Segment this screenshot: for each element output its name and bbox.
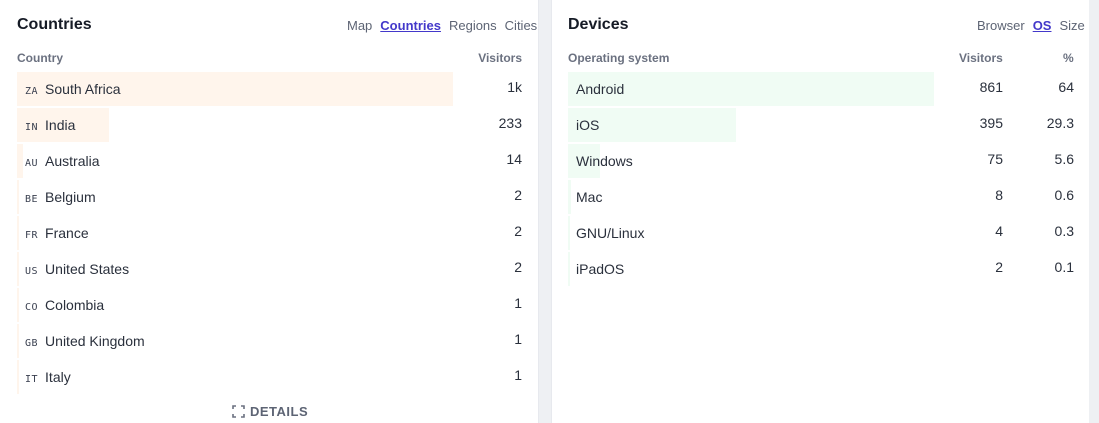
visitor-share-bar <box>17 144 23 178</box>
os-name: Windows <box>576 153 633 169</box>
os-percent: 0.6 <box>1054 187 1074 203</box>
country-name: United States <box>45 261 130 277</box>
dashboard: Countries Map Countries Regions Cities Coun… <box>0 0 1099 423</box>
os-name: Android <box>576 81 625 97</box>
countries-tabs: Map Countries Regions Cities <box>347 18 537 33</box>
visitor-share-bar <box>17 288 19 322</box>
devices-tab-size[interactable]: Size <box>1059 18 1084 33</box>
country-label: IN India <box>25 117 75 133</box>
details-label: DETAILS <box>250 404 309 419</box>
country-code: BE <box>25 194 39 205</box>
country-name: South Africa <box>45 81 121 97</box>
countries-tab-map[interactable]: Map <box>347 18 372 33</box>
country-code: IT <box>25 374 39 385</box>
country-label: CO Colombia <box>25 297 104 313</box>
os-visitors-column-header: Visitors <box>959 51 1003 65</box>
country-row[interactable]: IT Italy <box>17 360 523 394</box>
os-name: Mac <box>576 189 603 205</box>
devices-tab-browser[interactable]: Browser <box>977 18 1025 33</box>
country-visitors: 14 <box>506 151 522 167</box>
devices-title: Devices <box>568 16 629 33</box>
country-visitors: 1k <box>507 79 522 95</box>
countries-title: Countries <box>17 16 92 33</box>
country-visitors: 2 <box>514 259 522 275</box>
country-visitors: 2 <box>514 187 522 203</box>
visitor-share-bar <box>17 324 19 358</box>
country-name: France <box>45 225 89 241</box>
country-row[interactable]: IN India <box>17 108 523 142</box>
country-row[interactable]: GB United Kingdom <box>17 324 523 358</box>
country-name: India <box>45 117 76 133</box>
country-label: FR France <box>25 225 89 241</box>
os-percent: 29.3 <box>1046 115 1074 131</box>
country-code: ZA <box>25 86 39 97</box>
expand-icon <box>232 405 245 418</box>
country-row[interactable]: US United States <box>17 252 523 286</box>
visitor-share-bar <box>17 252 19 286</box>
os-percent: 64 <box>1058 79 1074 95</box>
country-column-header: Country <box>17 51 63 65</box>
country-visitors-column-header: Visitors <box>478 51 522 65</box>
countries-card: Countries Map Countries Regions Cities Coun… <box>0 0 539 423</box>
countries-tab-cities[interactable]: Cities <box>505 18 538 33</box>
countries-tab-countries[interactable]: Countries <box>380 18 441 33</box>
country-code: FR <box>25 230 39 241</box>
country-name: Belgium <box>45 189 96 205</box>
os-percent: 0.3 <box>1054 223 1074 239</box>
os-visitors: 2 <box>995 259 1003 275</box>
os-visitors: 395 <box>979 115 1003 131</box>
country-label: ZA South Africa <box>25 81 121 97</box>
country-label: IT Italy <box>25 369 71 385</box>
country-label: US United States <box>25 261 129 277</box>
os-visitors: 75 <box>987 151 1003 167</box>
country-label: BE Belgium <box>25 189 96 205</box>
visitor-share-bar <box>17 180 19 214</box>
devices-card: Devices Browser OS Size Operating system V… <box>551 0 1089 423</box>
country-name: United Kingdom <box>45 333 145 349</box>
os-visitors: 4 <box>995 223 1003 239</box>
os-name: GNU/Linux <box>576 225 645 241</box>
visitor-share-bar <box>568 216 570 250</box>
devices-tab-os[interactable]: OS <box>1033 18 1052 33</box>
country-visitors: 2 <box>514 223 522 239</box>
country-row[interactable]: BE Belgium <box>17 180 523 214</box>
devices-tabs: Browser OS Size <box>977 18 1085 33</box>
country-code: US <box>25 266 39 277</box>
country-name: Australia <box>45 153 100 169</box>
country-visitors: 233 <box>498 115 522 131</box>
country-row[interactable]: FR France <box>17 216 523 250</box>
country-visitors: 1 <box>514 295 522 311</box>
os-column-header: Operating system <box>568 51 670 65</box>
country-label: AU Australia <box>25 153 100 169</box>
country-row[interactable]: ZA South Africa <box>17 72 523 106</box>
country-visitors: 1 <box>514 367 522 383</box>
os-name: iOS <box>576 117 600 133</box>
os-name: iPadOS <box>576 261 625 277</box>
visitor-share-bar <box>568 252 570 286</box>
os-visitors: 8 <box>995 187 1003 203</box>
visitor-share-bar <box>17 360 19 394</box>
country-code: CO <box>25 302 39 313</box>
country-row[interactable]: AU Australia <box>17 144 523 178</box>
country-name: Italy <box>45 369 71 385</box>
country-code: IN <box>25 122 39 133</box>
os-percent: 0.1 <box>1054 259 1074 275</box>
country-code: GB <box>25 338 39 349</box>
country-visitors: 1 <box>514 331 522 347</box>
visitor-share-bar <box>568 180 571 214</box>
countries-tab-regions[interactable]: Regions <box>449 18 497 33</box>
details-button[interactable]: DETAILS <box>232 404 308 419</box>
country-row[interactable]: CO Colombia <box>17 288 523 322</box>
os-percent: 5.6 <box>1054 151 1074 167</box>
country-name: Colombia <box>45 297 105 313</box>
visitor-share-bar <box>17 216 19 250</box>
os-percent-column-header: % <box>1063 51 1074 65</box>
country-code: AU <box>25 158 39 169</box>
country-label: GB United Kingdom <box>25 333 145 349</box>
os-visitors: 861 <box>979 79 1003 95</box>
